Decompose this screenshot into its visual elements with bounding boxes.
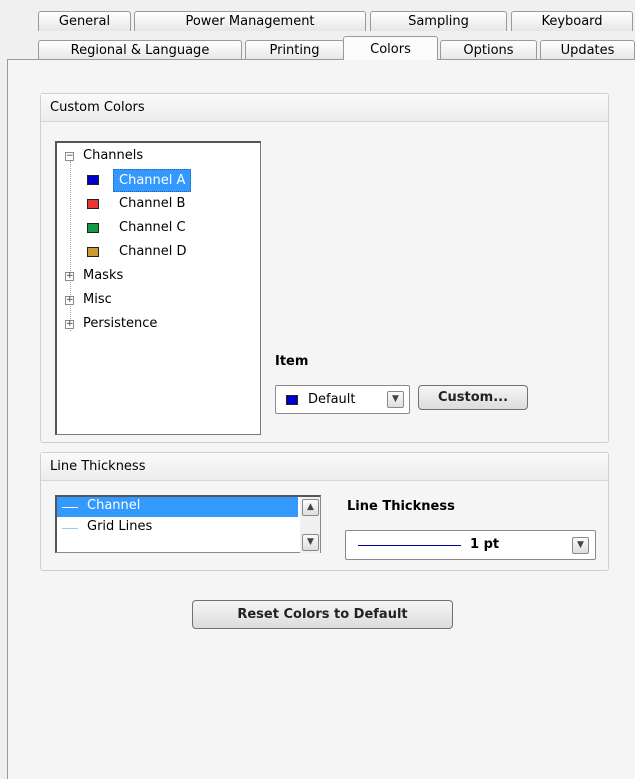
chevron-down-icon[interactable]: ▼ (572, 537, 589, 554)
list-item-label: Grid Lines (87, 519, 153, 534)
line-thickness-value: 1 pt (470, 537, 500, 552)
channel-a-color-swatch (87, 175, 99, 185)
tab-label: Options (463, 43, 514, 58)
list-item-label: Channel (87, 498, 141, 513)
grid-line-sample (62, 528, 78, 529)
tab-colors[interactable]: Colors (343, 36, 438, 60)
tree-item-label: Channel B (119, 196, 186, 211)
tab-label: Printing (269, 43, 320, 58)
channel-b-color-swatch (87, 199, 99, 209)
tree-item-channel-b[interactable]: Channel B (57, 193, 257, 215)
tree-item-label: Channel A (113, 169, 192, 192)
expand-icon[interactable]: + (65, 272, 74, 281)
expand-icon[interactable]: + (65, 296, 74, 305)
tab-printing[interactable]: Printing (245, 40, 344, 60)
list-item-grid-lines[interactable]: Grid Lines (57, 517, 298, 537)
item-color-select[interactable]: Default ▼ (275, 385, 410, 414)
tab-label: Keyboard (541, 14, 603, 29)
tab-label: General (58, 14, 111, 29)
list-item-channel[interactable]: Channel (57, 497, 298, 517)
tree-item-channel-d[interactable]: Channel D (57, 241, 257, 263)
expand-icon[interactable]: + (65, 320, 74, 329)
channel-d-color-swatch (87, 247, 99, 257)
line-thickness-select[interactable]: 1 pt ▼ (345, 530, 596, 560)
tree-item-channel-c[interactable]: Channel C (57, 217, 257, 239)
tab-general[interactable]: General (38, 11, 131, 31)
tab-label: Regional & Language (70, 43, 210, 58)
tree-item-label: Channel D (119, 244, 187, 259)
line-items-list[interactable]: Channel Grid Lines ▲ ▼ (55, 495, 321, 553)
tree-node-label: Masks (83, 268, 124, 283)
tab-updates[interactable]: Updates (540, 40, 635, 60)
tab-label: Power Management (185, 14, 315, 29)
tab-options[interactable]: Options (440, 40, 537, 60)
custom-colors-title: Custom Colors (41, 94, 608, 122)
tab-label: Updates (560, 43, 615, 58)
reset-colors-button-label: Reset Colors to Default (237, 607, 408, 622)
color-items-tree[interactable]: − Channels Channel A Channel B Channel C… (55, 141, 261, 435)
item-color-value: Default (308, 392, 356, 407)
scroll-up-icon[interactable]: ▲ (302, 499, 319, 516)
collapse-icon[interactable]: − (65, 152, 74, 161)
tree-node-label: Misc (83, 292, 112, 307)
list-scrollbar[interactable]: ▲ ▼ (300, 497, 320, 553)
tab-keyboard[interactable]: Keyboard (511, 11, 633, 31)
item-color-swatch (286, 395, 298, 405)
custom-color-button[interactable]: Custom... (418, 385, 528, 410)
reset-colors-button[interactable]: Reset Colors to Default (192, 600, 453, 629)
tab-label: Sampling (408, 14, 469, 29)
custom-color-button-label: Custom... (437, 390, 509, 405)
tab-regional-language[interactable]: Regional & Language (38, 40, 242, 60)
tree-node-label: Channels (83, 148, 144, 163)
item-label: Item (275, 354, 309, 369)
chevron-down-icon[interactable]: ▼ (387, 391, 404, 408)
tree-item-label: Channel C (119, 220, 186, 235)
channel-line-sample (62, 507, 78, 508)
tab-label: Colors (370, 42, 411, 57)
tab-sampling[interactable]: Sampling (370, 11, 507, 31)
tab-power-management[interactable]: Power Management (134, 11, 366, 31)
tree-node-label: Persistence (83, 316, 158, 331)
tree-item-channel-a[interactable]: Channel A (57, 169, 257, 192)
line-thickness-field-label: Line Thickness (347, 499, 455, 514)
channel-c-color-swatch (87, 223, 99, 233)
line-thickness-preview (358, 545, 461, 546)
scroll-down-icon[interactable]: ▼ (302, 534, 319, 551)
line-thickness-title: Line Thickness (41, 453, 608, 481)
